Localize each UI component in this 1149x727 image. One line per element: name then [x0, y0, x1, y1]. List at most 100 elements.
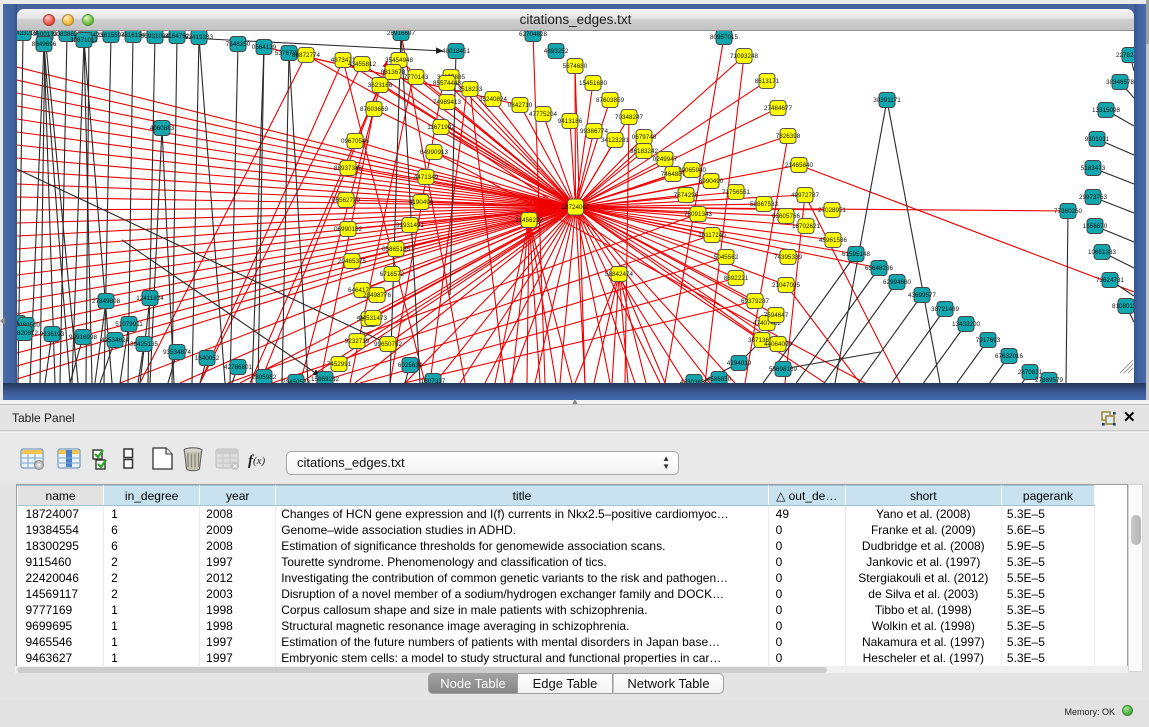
svg-text:1640052: 1640052	[195, 355, 220, 362]
svg-text:58867533: 58867533	[750, 201, 779, 208]
svg-text:4294019: 4294019	[727, 360, 752, 367]
svg-text:7648350: 7648350	[226, 41, 251, 48]
svg-text:16117240: 16117240	[698, 232, 726, 239]
svg-text:1656670: 1656670	[1083, 223, 1108, 230]
svg-text:21456232: 21456232	[515, 217, 544, 224]
svg-text:69379237: 69379237	[741, 298, 770, 305]
svg-text:43534624: 43534624	[101, 337, 130, 344]
svg-text:27028951: 27028951	[818, 207, 847, 214]
svg-text:71093248: 71093248	[730, 53, 759, 60]
svg-text:4893252: 4893252	[544, 48, 569, 55]
svg-text:67632016: 67632016	[995, 353, 1024, 360]
svg-text:81080132: 81080132	[1112, 303, 1134, 310]
svg-text:1607337: 1607337	[421, 378, 446, 383]
svg-text:74395339: 74395339	[774, 254, 803, 261]
svg-text:94531473: 94531473	[359, 315, 388, 322]
svg-text:19065940: 19065940	[678, 167, 707, 174]
svg-text:26916697: 26916697	[387, 31, 416, 37]
svg-text:0249947: 0249947	[653, 156, 678, 163]
svg-text:43303654: 43303654	[680, 379, 709, 383]
svg-text:47775204: 47775204	[529, 111, 558, 118]
svg-text:90916998: 90916998	[69, 334, 98, 341]
svg-text:0564139: 0564139	[252, 44, 277, 51]
svg-text:93534874: 93534874	[163, 349, 192, 356]
svg-text:0842710: 0842710	[508, 102, 533, 109]
svg-text:20450533: 20450533	[282, 379, 311, 383]
svg-text:38721489: 38721489	[931, 306, 960, 313]
svg-text:38346578: 38346578	[1106, 79, 1134, 86]
svg-text:15451680: 15451680	[579, 80, 608, 87]
svg-text:30391171: 30391171	[873, 97, 901, 104]
svg-text:5045562: 5045562	[714, 254, 739, 261]
svg-text:8849696: 8849696	[32, 41, 57, 48]
svg-text:7452991: 7452991	[327, 361, 352, 368]
svg-text:12411824: 12411824	[136, 295, 164, 302]
svg-text:74989413: 74989413	[433, 99, 462, 106]
svg-text:87603669: 87603669	[360, 106, 389, 113]
svg-text:62704828: 62704828	[519, 31, 548, 38]
svg-text:4190496: 4190496	[409, 199, 434, 206]
svg-text:80957015: 80957015	[710, 34, 739, 41]
svg-text:72624731: 72624731	[1096, 277, 1125, 284]
svg-text:9136193: 9136193	[40, 331, 65, 338]
svg-text:44064090: 44064090	[764, 341, 793, 348]
svg-text:4060883: 4060883	[150, 125, 175, 132]
svg-text:88937346: 88937346	[334, 165, 363, 172]
svg-text:5674680: 5674680	[563, 63, 588, 70]
svg-text:7770143: 7770143	[404, 74, 429, 81]
svg-text:78820812: 78820812	[17, 330, 38, 337]
svg-text:3990490: 3990490	[699, 178, 724, 185]
svg-text:35454948: 35454948	[385, 57, 414, 64]
svg-text:8613171: 8613171	[755, 78, 780, 85]
svg-text:7917693: 7917693	[976, 337, 1001, 344]
svg-text:99650752: 99650752	[374, 341, 403, 348]
svg-text:6716572: 6716572	[380, 271, 405, 278]
svg-text:5183473: 5183473	[1081, 165, 1106, 172]
svg-text:36183242: 36183242	[630, 148, 659, 155]
svg-text:51079911: 51079911	[115, 321, 143, 328]
svg-text:18702621: 18702621	[792, 223, 821, 230]
svg-text:22782489: 22782489	[1116, 52, 1134, 59]
svg-text:71756551: 71756551	[722, 189, 751, 196]
svg-text:21465840: 21465840	[785, 162, 814, 169]
svg-text:45961586: 45961586	[819, 237, 848, 244]
svg-text:27484677: 27484677	[764, 105, 793, 112]
svg-text:7594647: 7594647	[764, 312, 789, 319]
svg-text:77360260: 77360260	[1054, 208, 1083, 215]
svg-text:32871012: 32871012	[70, 37, 99, 44]
svg-text:0679740: 0679740	[632, 134, 657, 141]
svg-text:8313678: 8313678	[381, 69, 406, 76]
svg-text:63605766: 63605766	[772, 213, 801, 220]
svg-text:62994680: 62994680	[883, 279, 912, 286]
svg-text:21047095: 21047095	[772, 282, 801, 289]
svg-text:4586850: 4586850	[707, 376, 732, 383]
svg-text:42786801: 42786801	[224, 364, 253, 371]
svg-text:05865185: 05865185	[382, 246, 411, 253]
svg-text:13433200: 13433200	[952, 321, 981, 328]
svg-text:3623166: 3623166	[368, 82, 393, 89]
svg-text:09670546: 09670546	[341, 138, 370, 145]
svg-text:9232719: 9232719	[345, 338, 370, 345]
svg-text:2870831: 2870831	[1018, 369, 1043, 376]
svg-text:28498776: 28498776	[363, 292, 392, 299]
svg-text:8692221: 8692221	[724, 275, 749, 282]
svg-text:61595148: 61595148	[842, 251, 871, 258]
svg-text:7874296: 7874296	[674, 192, 699, 199]
svg-text:48018451: 48018451	[442, 48, 471, 55]
svg-text:27849808: 27849808	[92, 298, 121, 305]
svg-text:65648236: 65648236	[865, 265, 894, 272]
svg-text:43455812: 43455812	[348, 61, 377, 68]
svg-text:3518233: 3518233	[458, 86, 483, 93]
svg-text:(x): (x)	[253, 455, 266, 467]
svg-text:86872774: 86872774	[292, 52, 321, 59]
svg-text:11671902: 11671902	[427, 124, 455, 131]
svg-text:20465375: 20465375	[338, 258, 367, 265]
svg-text:78091343: 78091343	[684, 211, 713, 218]
svg-text:9301031: 9301031	[1085, 136, 1110, 143]
svg-text:2805982: 2805982	[252, 374, 277, 381]
svg-text:49972787: 49972787	[791, 192, 820, 199]
svg-text:34123281: 34123281	[601, 137, 630, 144]
svg-text:64990913: 64990913	[420, 149, 449, 156]
svg-text:99386774: 99386774	[580, 128, 609, 135]
svg-text:87603859: 87603859	[596, 97, 625, 104]
